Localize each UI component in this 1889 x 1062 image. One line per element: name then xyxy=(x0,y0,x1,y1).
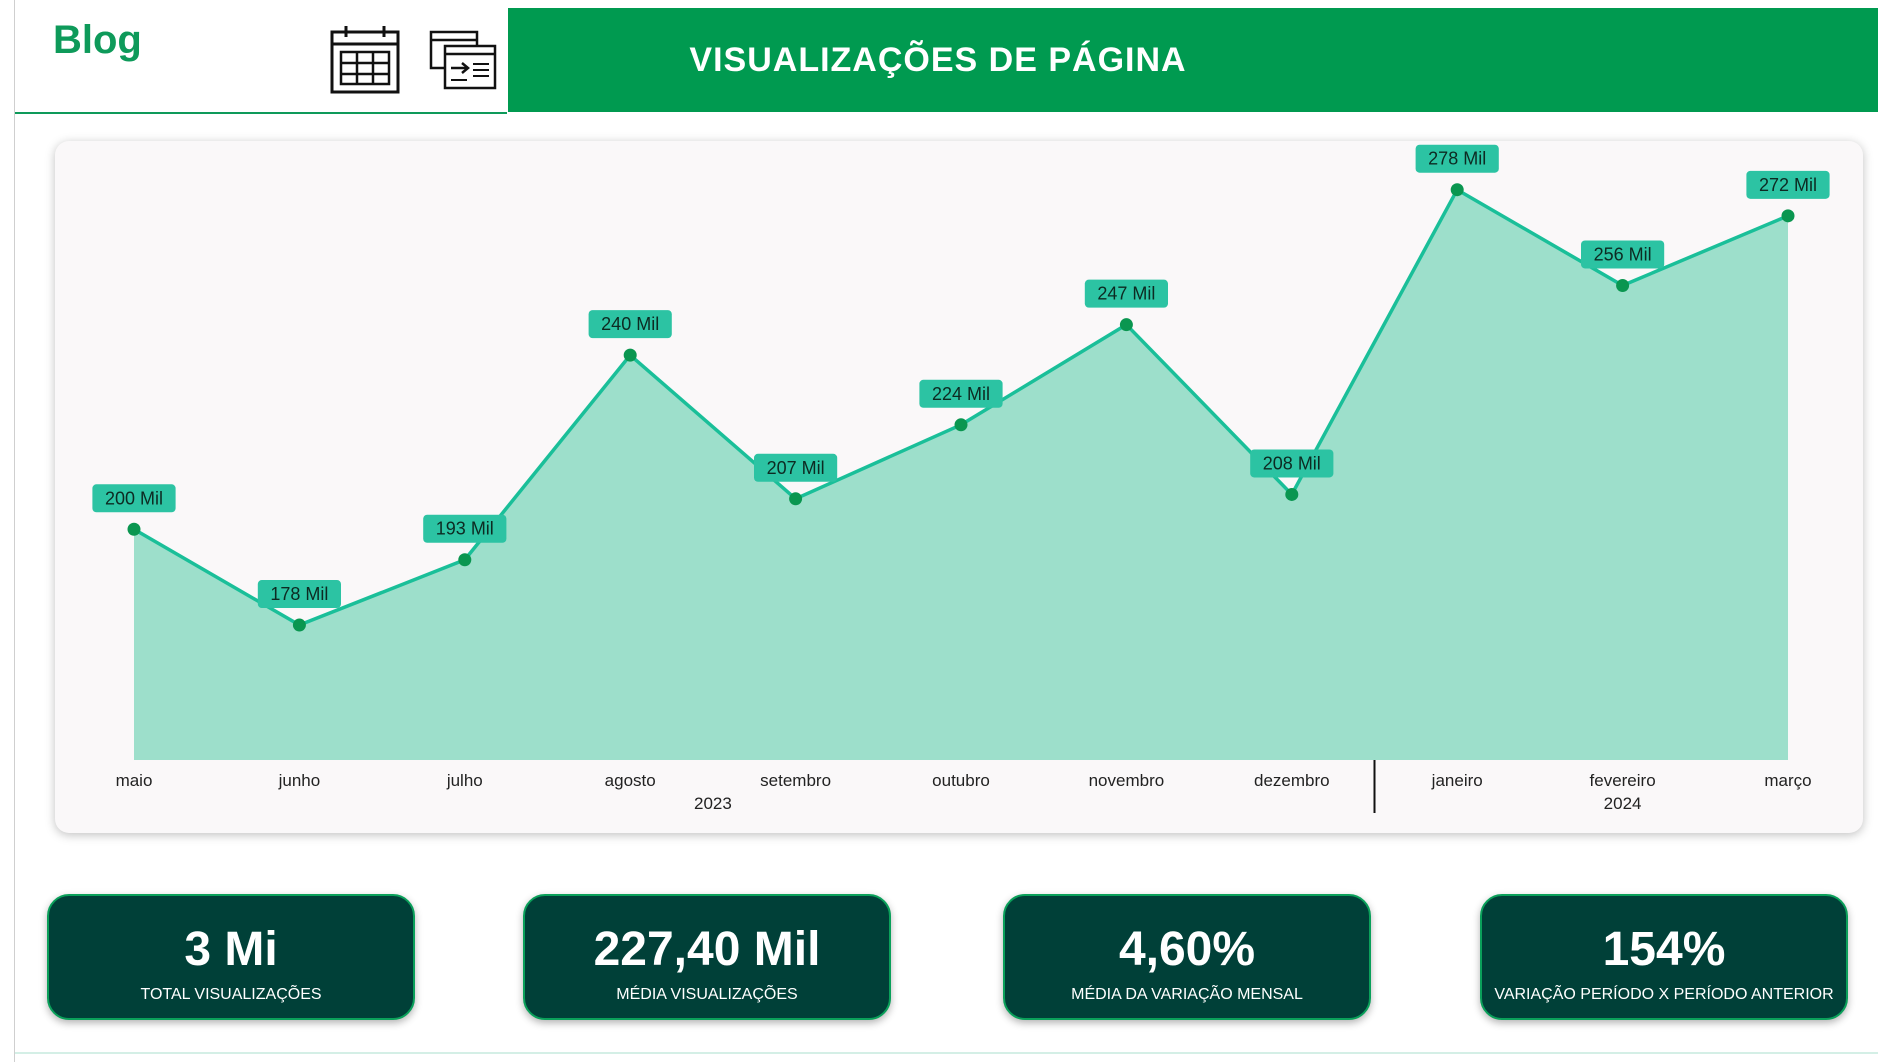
kpi-label: VARIAÇÃO PERÍODO X PERÍODO ANTERIOR xyxy=(1494,986,1834,1003)
data-label: 278 Mil xyxy=(1428,149,1486,169)
x-tick-label: março xyxy=(1764,771,1811,790)
data-label: 272 Mil xyxy=(1759,175,1817,195)
x-tick-label: agosto xyxy=(605,771,656,790)
kpi-card-total: 3 Mi TOTAL VISUALIZAÇÕES xyxy=(47,894,415,1020)
x-tick-label: fevereiro xyxy=(1590,771,1656,790)
data-label: 193 Mil xyxy=(436,519,494,539)
area-chart: 200 Mil 178 Mil 193 Mil 240 Mil 207 Mil 224 M… xyxy=(92,144,1830,813)
area-fill xyxy=(134,189,1788,760)
kpi-label: MÉDIA DA VARIAÇÃO MENSAL xyxy=(1071,986,1303,1003)
top-left-panel: Blog xyxy=(15,0,507,114)
line-chart-card: 200 Mil 178 Mil 193 Mil 240 Mil 207 Mil 224 M… xyxy=(55,141,1863,833)
data-point xyxy=(1450,183,1464,197)
data-point xyxy=(458,553,472,567)
data-point xyxy=(954,418,968,432)
data-label: 200 Mil xyxy=(105,488,163,508)
x-tick-label: janeiro xyxy=(1431,771,1483,790)
bottom-divider xyxy=(15,1052,1878,1054)
data-label: 208 Mil xyxy=(1263,453,1321,473)
data-label: 207 Mil xyxy=(767,458,825,478)
x-group-label: 2024 xyxy=(1604,794,1642,813)
kpi-label: MÉDIA VISUALIZAÇÕES xyxy=(616,986,798,1003)
x-tick-label: junho xyxy=(278,771,321,790)
data-point xyxy=(1616,278,1630,292)
kpi-value: 227,40 Mil xyxy=(593,923,821,976)
brand-title: Blog xyxy=(53,18,142,62)
x-group-label: 2023 xyxy=(694,794,732,813)
data-label: 224 Mil xyxy=(932,384,990,404)
data-label: 247 Mil xyxy=(1097,284,1155,304)
x-tick-label: dezembro xyxy=(1254,771,1330,790)
kpi-card-period-variation: 154% VARIAÇÃO PERÍODO X PERÍODO ANTERIOR xyxy=(1480,894,1848,1020)
kpi-value: 3 Mi xyxy=(184,923,278,976)
report-canvas: Blog VISUALIZAÇÕES DE PÁGINA 200 Mil 178… xyxy=(14,0,1878,1062)
data-point xyxy=(127,522,141,536)
calendar-icon[interactable] xyxy=(329,24,403,96)
data-label: 256 Mil xyxy=(1594,244,1652,264)
x-tick-label: maio xyxy=(116,771,153,790)
data-point xyxy=(1285,487,1299,501)
page-title: VISUALIZAÇÕES DE PÁGINA xyxy=(689,41,1187,79)
data-point xyxy=(789,492,803,506)
data-label: 178 Mil xyxy=(270,584,328,604)
header-bar: VISUALIZAÇÕES DE PÁGINA xyxy=(508,8,1878,112)
data-label: 240 Mil xyxy=(601,314,659,334)
report-export-icon[interactable] xyxy=(427,24,501,96)
x-tick-label: setembro xyxy=(760,771,831,790)
x-tick-label: novembro xyxy=(1089,771,1165,790)
kpi-card-monthly-variation: 4,60% MÉDIA DA VARIAÇÃO MENSAL xyxy=(1003,894,1371,1020)
kpi-card-average: 227,40 Mil MÉDIA VISUALIZAÇÕES xyxy=(523,894,891,1020)
data-point xyxy=(292,618,306,632)
x-tick-label: julho xyxy=(446,771,483,790)
kpi-value: 154% xyxy=(1602,923,1726,976)
data-point xyxy=(1119,318,1133,332)
kpi-label: TOTAL VISUALIZAÇÕES xyxy=(140,986,322,1003)
x-tick-label: outubro xyxy=(932,771,990,790)
data-point xyxy=(623,348,637,362)
data-point xyxy=(1781,209,1795,223)
kpi-value: 4,60% xyxy=(1118,923,1256,976)
